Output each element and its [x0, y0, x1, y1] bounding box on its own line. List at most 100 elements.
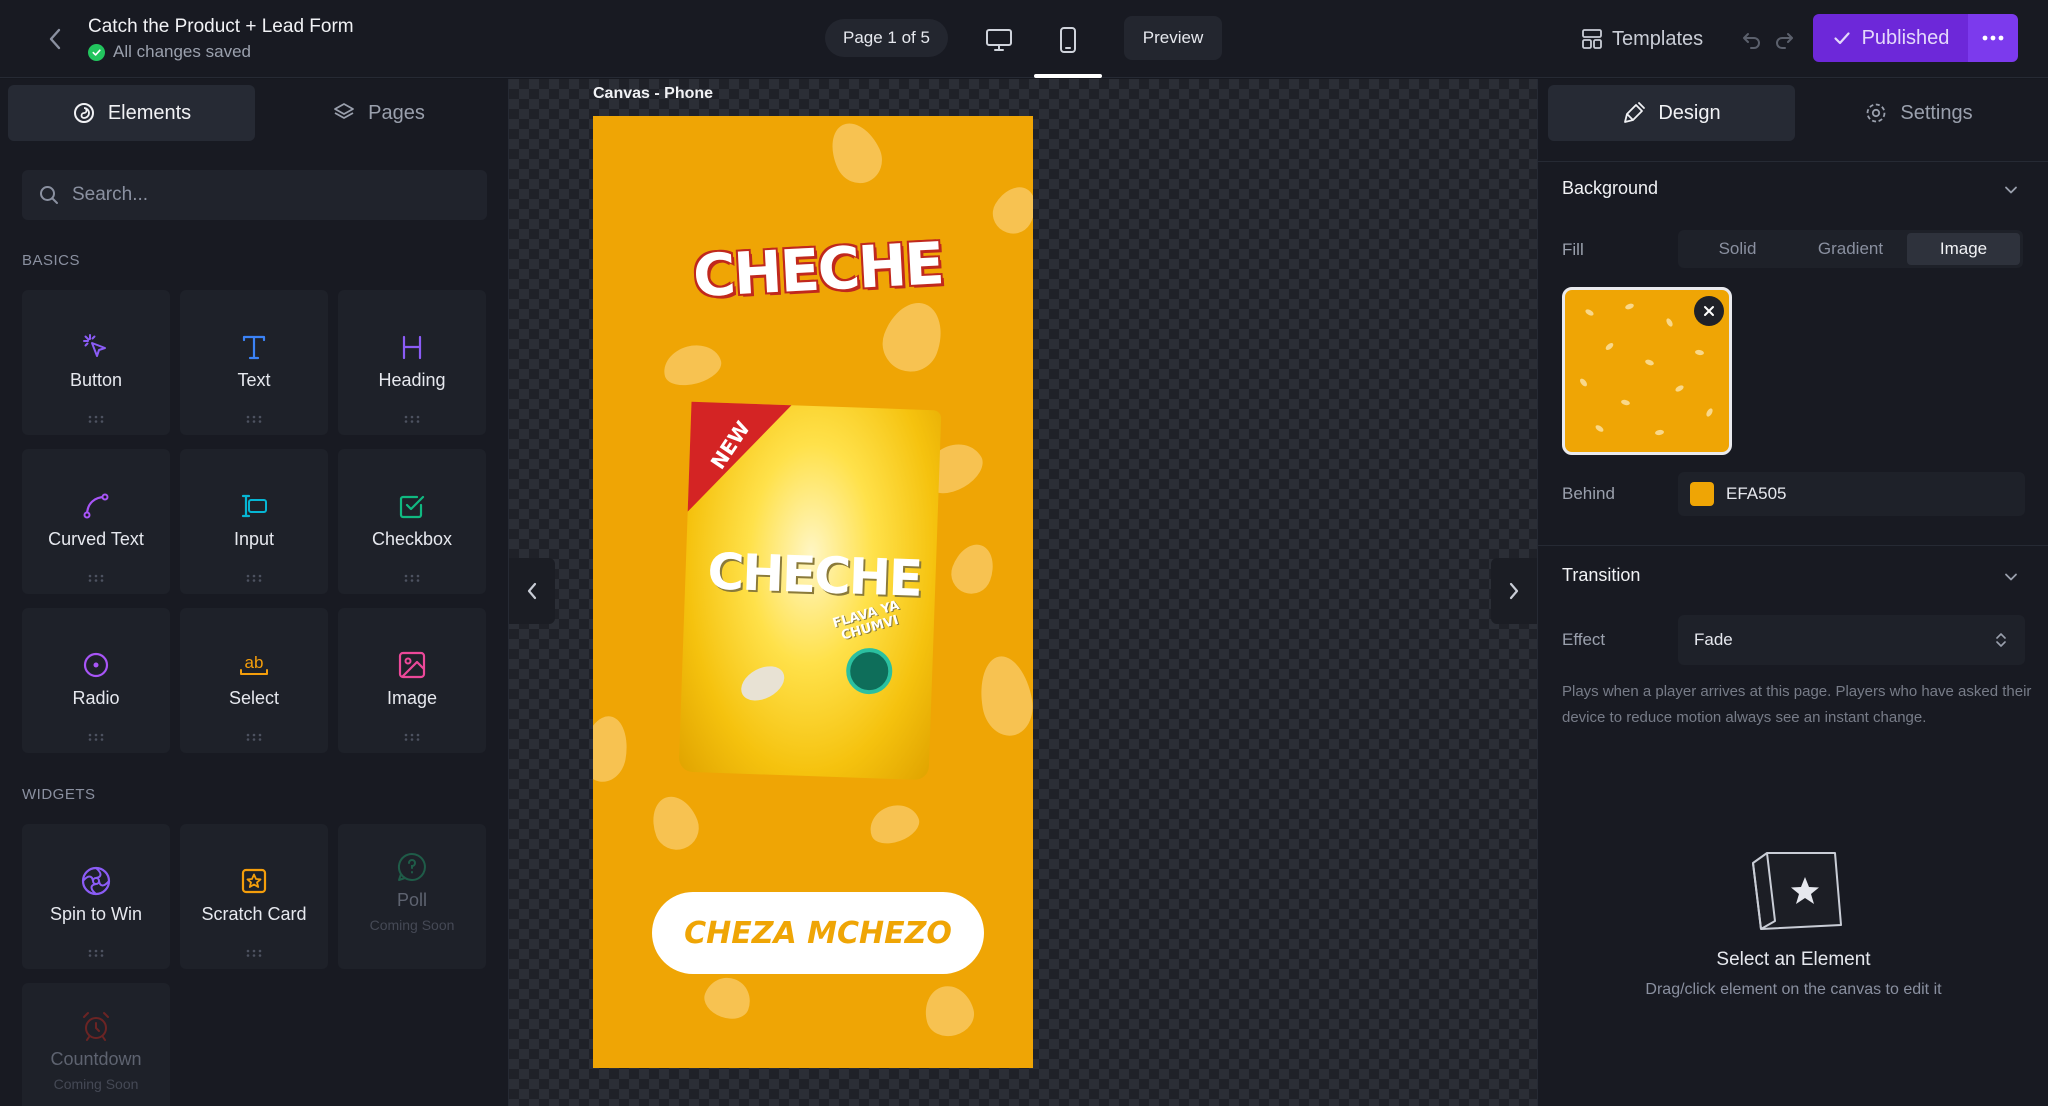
- heading-h-icon: [395, 330, 429, 364]
- element-card-radio[interactable]: Radio: [22, 608, 170, 753]
- drag-grip-icon[interactable]: [404, 415, 420, 423]
- published-label: Published: [1861, 26, 1950, 49]
- bag-logo: CHECHE: [706, 542, 922, 608]
- page-indicator[interactable]: Page 1 of 5: [825, 19, 948, 57]
- templates-button[interactable]: Templates: [1580, 22, 1703, 56]
- close-icon: [1704, 306, 1714, 316]
- drag-grip-icon[interactable]: [246, 733, 262, 741]
- color-swatch[interactable]: [1690, 482, 1714, 506]
- input-cursor-icon: [237, 489, 271, 523]
- drag-grip-icon[interactable]: [88, 415, 104, 423]
- thumb-chip: [1584, 308, 1595, 317]
- tab-elements-label: Elements: [107, 101, 192, 124]
- element-card-select[interactable]: ab Select: [180, 608, 328, 753]
- drag-grip-icon[interactable]: [88, 949, 104, 957]
- behind-label: Behind: [1562, 484, 1615, 503]
- thumb-chip: [1620, 398, 1631, 407]
- drag-grip-icon[interactable]: [88, 733, 104, 741]
- top-bar: Catch the Product + Lead Form All change…: [0, 0, 2048, 78]
- thumb-chip: [1594, 423, 1605, 434]
- transition-section-title[interactable]: Transition: [1562, 565, 1640, 586]
- chevron-left-icon: [49, 28, 61, 50]
- element-card-input[interactable]: Input: [180, 449, 328, 594]
- chevron-up-down-icon: [1996, 633, 2006, 647]
- search-icon: [40, 186, 58, 204]
- element-card-image[interactable]: Image: [338, 608, 486, 753]
- previous-page-button[interactable]: [509, 558, 555, 624]
- tab-design-label: Design: [1658, 101, 1721, 124]
- chip-decoration: [864, 798, 924, 850]
- drag-grip-icon[interactable]: [404, 733, 420, 741]
- element-card-checkbox[interactable]: Checkbox: [338, 449, 486, 594]
- transition-help-text: Plays when a player arrives at this page…: [1562, 683, 2032, 726]
- pointer-click-icon: [79, 330, 113, 364]
- thumb-chip: [1694, 349, 1705, 356]
- drag-grip-icon[interactable]: [246, 574, 262, 582]
- phone-canvas[interactable]: CHECHE NEW CHECHE FLAVA YA CHUMVI CHEZA M…: [593, 116, 1033, 1068]
- layers-icon: [334, 103, 355, 119]
- canvas-label: Canvas - Phone: [593, 85, 714, 102]
- element-card-poll: Poll Coming Soon: [338, 824, 486, 969]
- tab-elements[interactable]: Elements: [8, 85, 255, 141]
- back-button[interactable]: [38, 22, 72, 56]
- fill-label: Fill: [1562, 240, 1584, 259]
- more-options-button[interactable]: [1968, 14, 2018, 62]
- drag-grip-icon[interactable]: [88, 574, 104, 582]
- checkbox-icon: [395, 489, 429, 523]
- element-card-button[interactable]: Button: [22, 290, 170, 435]
- divider: [1538, 545, 2048, 546]
- save-status: All changes saved: [88, 42, 251, 62]
- star-card-icon: [237, 864, 271, 898]
- redo-icon: [1776, 33, 1793, 49]
- element-card-spin-to-win[interactable]: Spin to Win: [22, 824, 170, 969]
- phone-view-button[interactable]: [1048, 20, 1088, 60]
- chevron-down-icon[interactable]: [2001, 180, 2021, 200]
- radio-icon: [79, 648, 113, 682]
- element-card-text[interactable]: Text: [180, 290, 328, 435]
- remove-image-button[interactable]: [1694, 296, 1724, 326]
- chevron-down-icon[interactable]: [2001, 567, 2021, 587]
- save-status-text: All changes saved: [113, 42, 251, 61]
- fill-option-solid[interactable]: Solid: [1681, 233, 1794, 265]
- effect-select[interactable]: Fade: [1678, 615, 2025, 665]
- play-game-button[interactable]: CHEZA MCHEZO: [652, 892, 984, 974]
- tab-pages-label: Pages: [368, 101, 425, 124]
- element-label: Checkbox: [371, 529, 453, 549]
- element-card-scratch-card[interactable]: Scratch Card: [180, 824, 328, 969]
- redo-button[interactable]: [1770, 24, 1800, 54]
- brand-logo: CHECHE: [691, 229, 945, 311]
- drag-grip-icon[interactable]: [246, 949, 262, 957]
- preview-button[interactable]: Preview: [1124, 16, 1222, 60]
- chip-decoration: [974, 652, 1033, 740]
- next-page-button[interactable]: [1491, 558, 1537, 624]
- left-panel: Elements Pages BASICS Button Text Headin…: [0, 79, 509, 1106]
- fill-option-image[interactable]: Image: [1907, 233, 2020, 265]
- tab-settings[interactable]: Settings: [1795, 85, 2042, 141]
- behind-color-field[interactable]: EFA505: [1678, 472, 2025, 516]
- element-card-curved-text[interactable]: Curved Text: [22, 449, 170, 594]
- canvas-area[interactable]: Canvas - Phone CHECHE NEW CHECHE FLAVA Y…: [509, 79, 1537, 1106]
- drag-grip-icon[interactable]: [246, 415, 262, 423]
- published-button[interactable]: Published: [1813, 14, 1968, 62]
- element-label: Curved Text: [48, 529, 144, 549]
- fill-option-gradient[interactable]: Gradient: [1794, 233, 1907, 265]
- right-panel-tabs: Design Settings: [1548, 85, 2042, 141]
- drag-grip-icon[interactable]: [404, 574, 420, 582]
- chip-decoration: [985, 179, 1033, 241]
- layout-template-icon: [1582, 29, 1602, 49]
- background-section-title[interactable]: Background: [1562, 178, 1658, 199]
- chip-decoration: [822, 116, 890, 191]
- search-input[interactable]: [72, 184, 452, 206]
- chip-decoration: [874, 294, 952, 380]
- chip-decoration: [699, 971, 757, 1025]
- divider: [1538, 161, 2048, 162]
- tab-pages[interactable]: Pages: [255, 85, 502, 141]
- section-label-widgets: WIDGETS: [22, 786, 96, 803]
- element-label: Select: [228, 688, 280, 708]
- thumb-chip: [1674, 384, 1685, 393]
- element-card-heading[interactable]: Heading: [338, 290, 486, 435]
- tab-design[interactable]: Design: [1548, 85, 1795, 141]
- ellipsis-icon: [1982, 35, 2004, 41]
- undo-button[interactable]: [1736, 24, 1766, 54]
- desktop-view-button[interactable]: [979, 20, 1019, 60]
